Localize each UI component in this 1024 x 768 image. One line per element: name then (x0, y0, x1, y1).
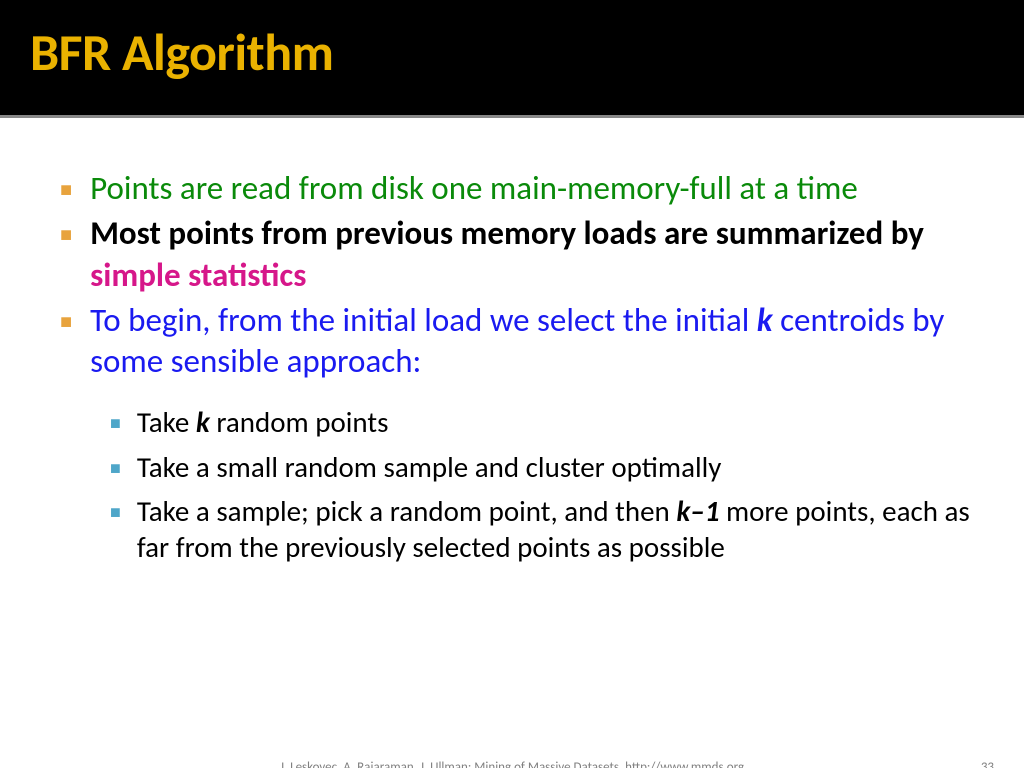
slide: BFR Algorithm ■ Points are read from dis… (0, 0, 1024, 768)
bullet-1: ■ Points are read from disk one main-mem… (60, 168, 984, 209)
sub-1-a: Take (137, 404, 196, 440)
slide-title: BFR Algorithm (30, 20, 994, 84)
sub-1-b: random points (210, 404, 389, 440)
sub-bullet-2-text: Take a small random sample and cluster o… (137, 449, 722, 485)
bullet-2-text: Most points from previous memory loads a… (90, 213, 984, 296)
bullet-3-part-a: To begin, from the initial load we selec… (90, 300, 757, 340)
sub-bullet-3-text: Take a sample; pick a random point, and … (137, 493, 984, 566)
bullet-3-k: k (757, 300, 773, 340)
sub-1-k: k (196, 404, 210, 440)
sub-bullet-2: ■ Take a small random sample and cluster… (110, 449, 984, 485)
sub-bullet-marker-icon: ■ (110, 412, 121, 434)
sub-3-a: Take a sample; pick a random point, and … (137, 493, 676, 529)
content-area: ■ Points are read from disk one main-mem… (0, 118, 1024, 565)
sub-bullet-1: ■ Take k random points (110, 404, 984, 440)
sub-bullet-1-text: Take k random points (137, 404, 389, 440)
sub-3-k: k–1 (676, 493, 719, 529)
page-number: 33 (981, 760, 994, 768)
title-bar: BFR Algorithm (0, 0, 1024, 115)
bullet-2-part-b: simple statistics (90, 255, 306, 295)
bullet-marker-icon: ■ (60, 178, 72, 202)
bullet-marker-icon: ■ (60, 223, 72, 247)
bullet-2: ■ Most points from previous memory loads… (60, 213, 984, 296)
sub-bullet-marker-icon: ■ (110, 501, 121, 523)
bullet-3: ■ To begin, from the initial load we sel… (60, 300, 984, 383)
sub-bullets: ■ Take k random points ■ Take a small ra… (60, 404, 984, 565)
footer-citation: J. Leskovec, A. Rajaraman, J. Ullman: Mi… (280, 760, 744, 768)
bullet-3-text: To begin, from the initial load we selec… (90, 300, 984, 383)
sub-bullet-3: ■ Take a sample; pick a random point, an… (110, 493, 984, 566)
bullet-2-part-a: Most points from previous memory loads a… (90, 213, 924, 253)
bullet-1-text: Points are read from disk one main-memor… (90, 168, 858, 209)
bullet-marker-icon: ■ (60, 310, 72, 334)
sub-bullet-marker-icon: ■ (110, 457, 121, 479)
